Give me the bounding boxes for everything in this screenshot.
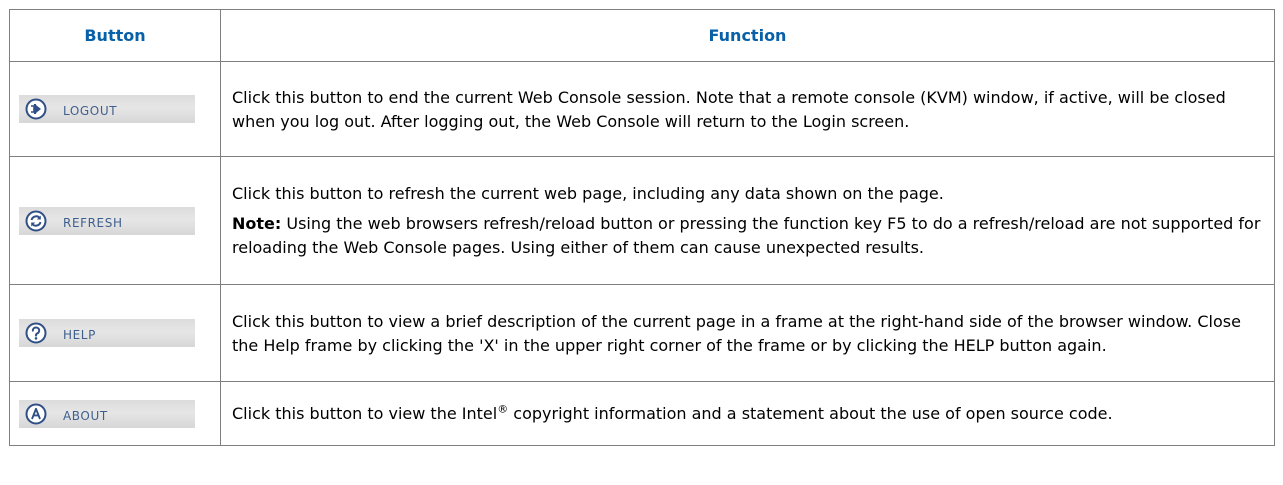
logout-icon bbox=[25, 98, 47, 120]
note-label: Note: bbox=[232, 214, 282, 233]
logout-button-label: LOGOUT bbox=[63, 104, 118, 118]
header-function: Function bbox=[220, 9, 1275, 62]
table-row: ABOUT Click this button to view the Inte… bbox=[9, 381, 1275, 446]
button-cell: HELP bbox=[9, 284, 221, 382]
description-text: Click this button to view the Intel® cop… bbox=[232, 402, 1264, 426]
description-text: Click this button to refresh the current… bbox=[232, 184, 944, 203]
about-icon bbox=[25, 403, 47, 424]
button-cell: LOGOUT bbox=[9, 61, 221, 157]
table-row: REFRESH Click this button to refresh the… bbox=[9, 156, 1275, 285]
help-description: Click this button to view a brief descri… bbox=[220, 284, 1275, 382]
help-icon bbox=[25, 322, 47, 344]
refresh-icon bbox=[25, 210, 47, 231]
button-cell: REFRESH bbox=[9, 156, 221, 285]
description-text: Click this button to end the current Web… bbox=[232, 87, 1226, 131]
note-text: Using the web browsers refresh/reload bu… bbox=[232, 214, 1261, 257]
about-button[interactable]: ABOUT bbox=[19, 399, 195, 428]
header-button: Button bbox=[9, 9, 221, 62]
refresh-description: Click this button to refresh the current… bbox=[220, 156, 1275, 285]
about-text-before: Click this button to view the Intel bbox=[232, 404, 498, 423]
about-description: Click this button to view the Intel® cop… bbox=[220, 381, 1275, 446]
logout-description: Click this button to end the current Web… bbox=[220, 61, 1275, 157]
about-text-after: copyright information and a statement ab… bbox=[508, 404, 1113, 423]
help-button-label: HELP bbox=[63, 328, 96, 342]
button-function-table: Button Function LOGOUT Click this button… bbox=[9, 9, 1275, 446]
table-header-row: Button Function bbox=[9, 9, 1275, 62]
registered-mark: ® bbox=[497, 402, 509, 416]
refresh-button[interactable]: REFRESH bbox=[19, 206, 195, 235]
description-text: Click this button to view a brief descri… bbox=[232, 311, 1241, 355]
button-cell: ABOUT bbox=[9, 381, 221, 446]
about-button-label: ABOUT bbox=[63, 408, 108, 423]
refresh-button-label: REFRESH bbox=[63, 215, 123, 230]
table-row: HELP Click this button to view a brief d… bbox=[9, 284, 1275, 382]
help-button[interactable]: HELP bbox=[19, 319, 195, 347]
note-paragraph: Note: Using the web browsers refresh/rel… bbox=[232, 212, 1264, 260]
table-row: LOGOUT Click this button to end the curr… bbox=[9, 61, 1275, 157]
logout-button[interactable]: LOGOUT bbox=[19, 95, 195, 123]
